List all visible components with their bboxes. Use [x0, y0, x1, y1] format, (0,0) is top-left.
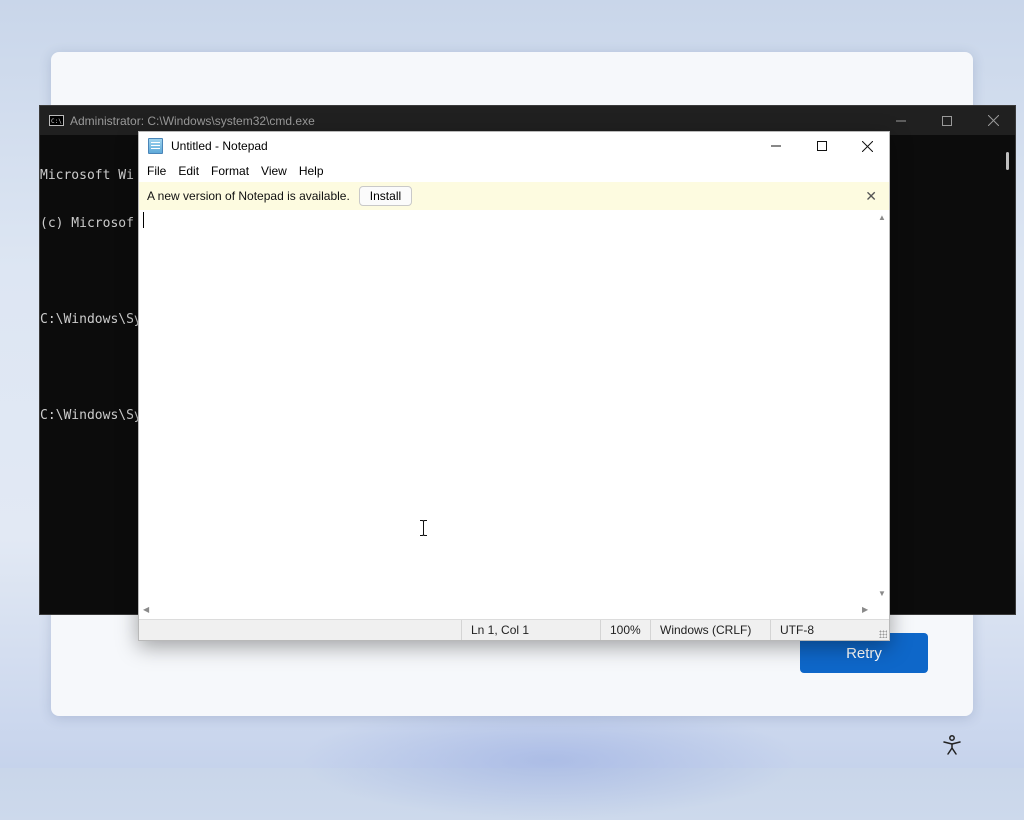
cmd-line: Microsoft Wi [40, 168, 134, 183]
scrollbar-corner [876, 603, 889, 618]
cmd-line: C:\Windows\Sy [40, 312, 142, 327]
accessibility-icon[interactable] [941, 734, 963, 756]
cmd-line: (c) Microsof [40, 216, 134, 231]
cmd-maximize-button[interactable] [924, 106, 970, 135]
maximize-icon [817, 141, 827, 151]
status-bar: Ln 1, Col 1 100% Windows (CRLF) UTF-8 [139, 619, 889, 640]
close-icon [861, 140, 873, 152]
notepad-maximize-button[interactable] [799, 132, 845, 160]
update-banner: A new version of Notepad is available. I… [139, 182, 889, 210]
cmd-app-icon: C:\ [49, 115, 64, 126]
cmd-scrollbar-thumb[interactable] [1006, 152, 1009, 170]
status-encoding: UTF-8 [770, 620, 880, 640]
notepad-menubar: File Edit Format View Help [139, 160, 889, 182]
notepad-window[interactable]: Untitled - Notepad File Edit Format View… [138, 131, 890, 641]
banner-close-icon[interactable]: ✕ [865, 188, 877, 205]
menu-edit[interactable]: Edit [172, 162, 205, 180]
update-banner-text: A new version of Notepad is available. [147, 189, 350, 203]
cmd-title: Administrator: C:\Windows\system32\cmd.e… [70, 113, 315, 128]
cmd-line: C:\Windows\Sy [40, 408, 142, 423]
notepad-titlebar[interactable]: Untitled - Notepad [139, 132, 889, 160]
menu-view[interactable]: View [255, 162, 293, 180]
minimize-icon [771, 145, 781, 147]
cmd-console-output[interactable]: Microsoft Wi (c) Microsof ​ C:\Windows\S… [40, 136, 142, 456]
maximize-icon [942, 115, 952, 126]
status-line-ending: Windows (CRLF) [650, 620, 770, 640]
wallpaper-glow [300, 700, 800, 820]
notepad-close-button[interactable] [844, 132, 890, 160]
menu-file[interactable]: File [141, 162, 172, 180]
ibeam-cursor-icon [420, 520, 427, 536]
install-button[interactable]: Install [358, 186, 413, 206]
minimize-icon [896, 120, 906, 121]
text-caret [143, 212, 144, 228]
cmd-line: ​ [40, 264, 142, 280]
horizontal-scrollbar[interactable]: ◀ ▶ [139, 603, 876, 618]
scroll-up-arrow-icon[interactable]: ▲ [878, 214, 886, 222]
status-cursor-position: Ln 1, Col 1 [461, 620, 600, 640]
cmd-close-button[interactable] [970, 106, 1016, 135]
scroll-right-arrow-icon[interactable]: ▶ [862, 606, 868, 614]
cmd-line: ​ [40, 360, 142, 376]
menu-format[interactable]: Format [205, 162, 255, 180]
vertical-scrollbar[interactable]: ▲ ▼ [876, 210, 889, 603]
resize-grip-icon[interactable] [879, 630, 887, 638]
notepad-title: Untitled - Notepad [171, 139, 268, 153]
notepad-text-area[interactable] [139, 210, 876, 603]
scroll-left-arrow-icon[interactable]: ◀ [143, 606, 149, 614]
close-icon [987, 115, 999, 126]
scroll-down-arrow-icon[interactable]: ▼ [878, 590, 886, 598]
menu-help[interactable]: Help [293, 162, 330, 180]
notepad-app-icon [148, 138, 163, 154]
notepad-minimize-button[interactable] [753, 132, 799, 160]
status-zoom: 100% [600, 620, 650, 640]
